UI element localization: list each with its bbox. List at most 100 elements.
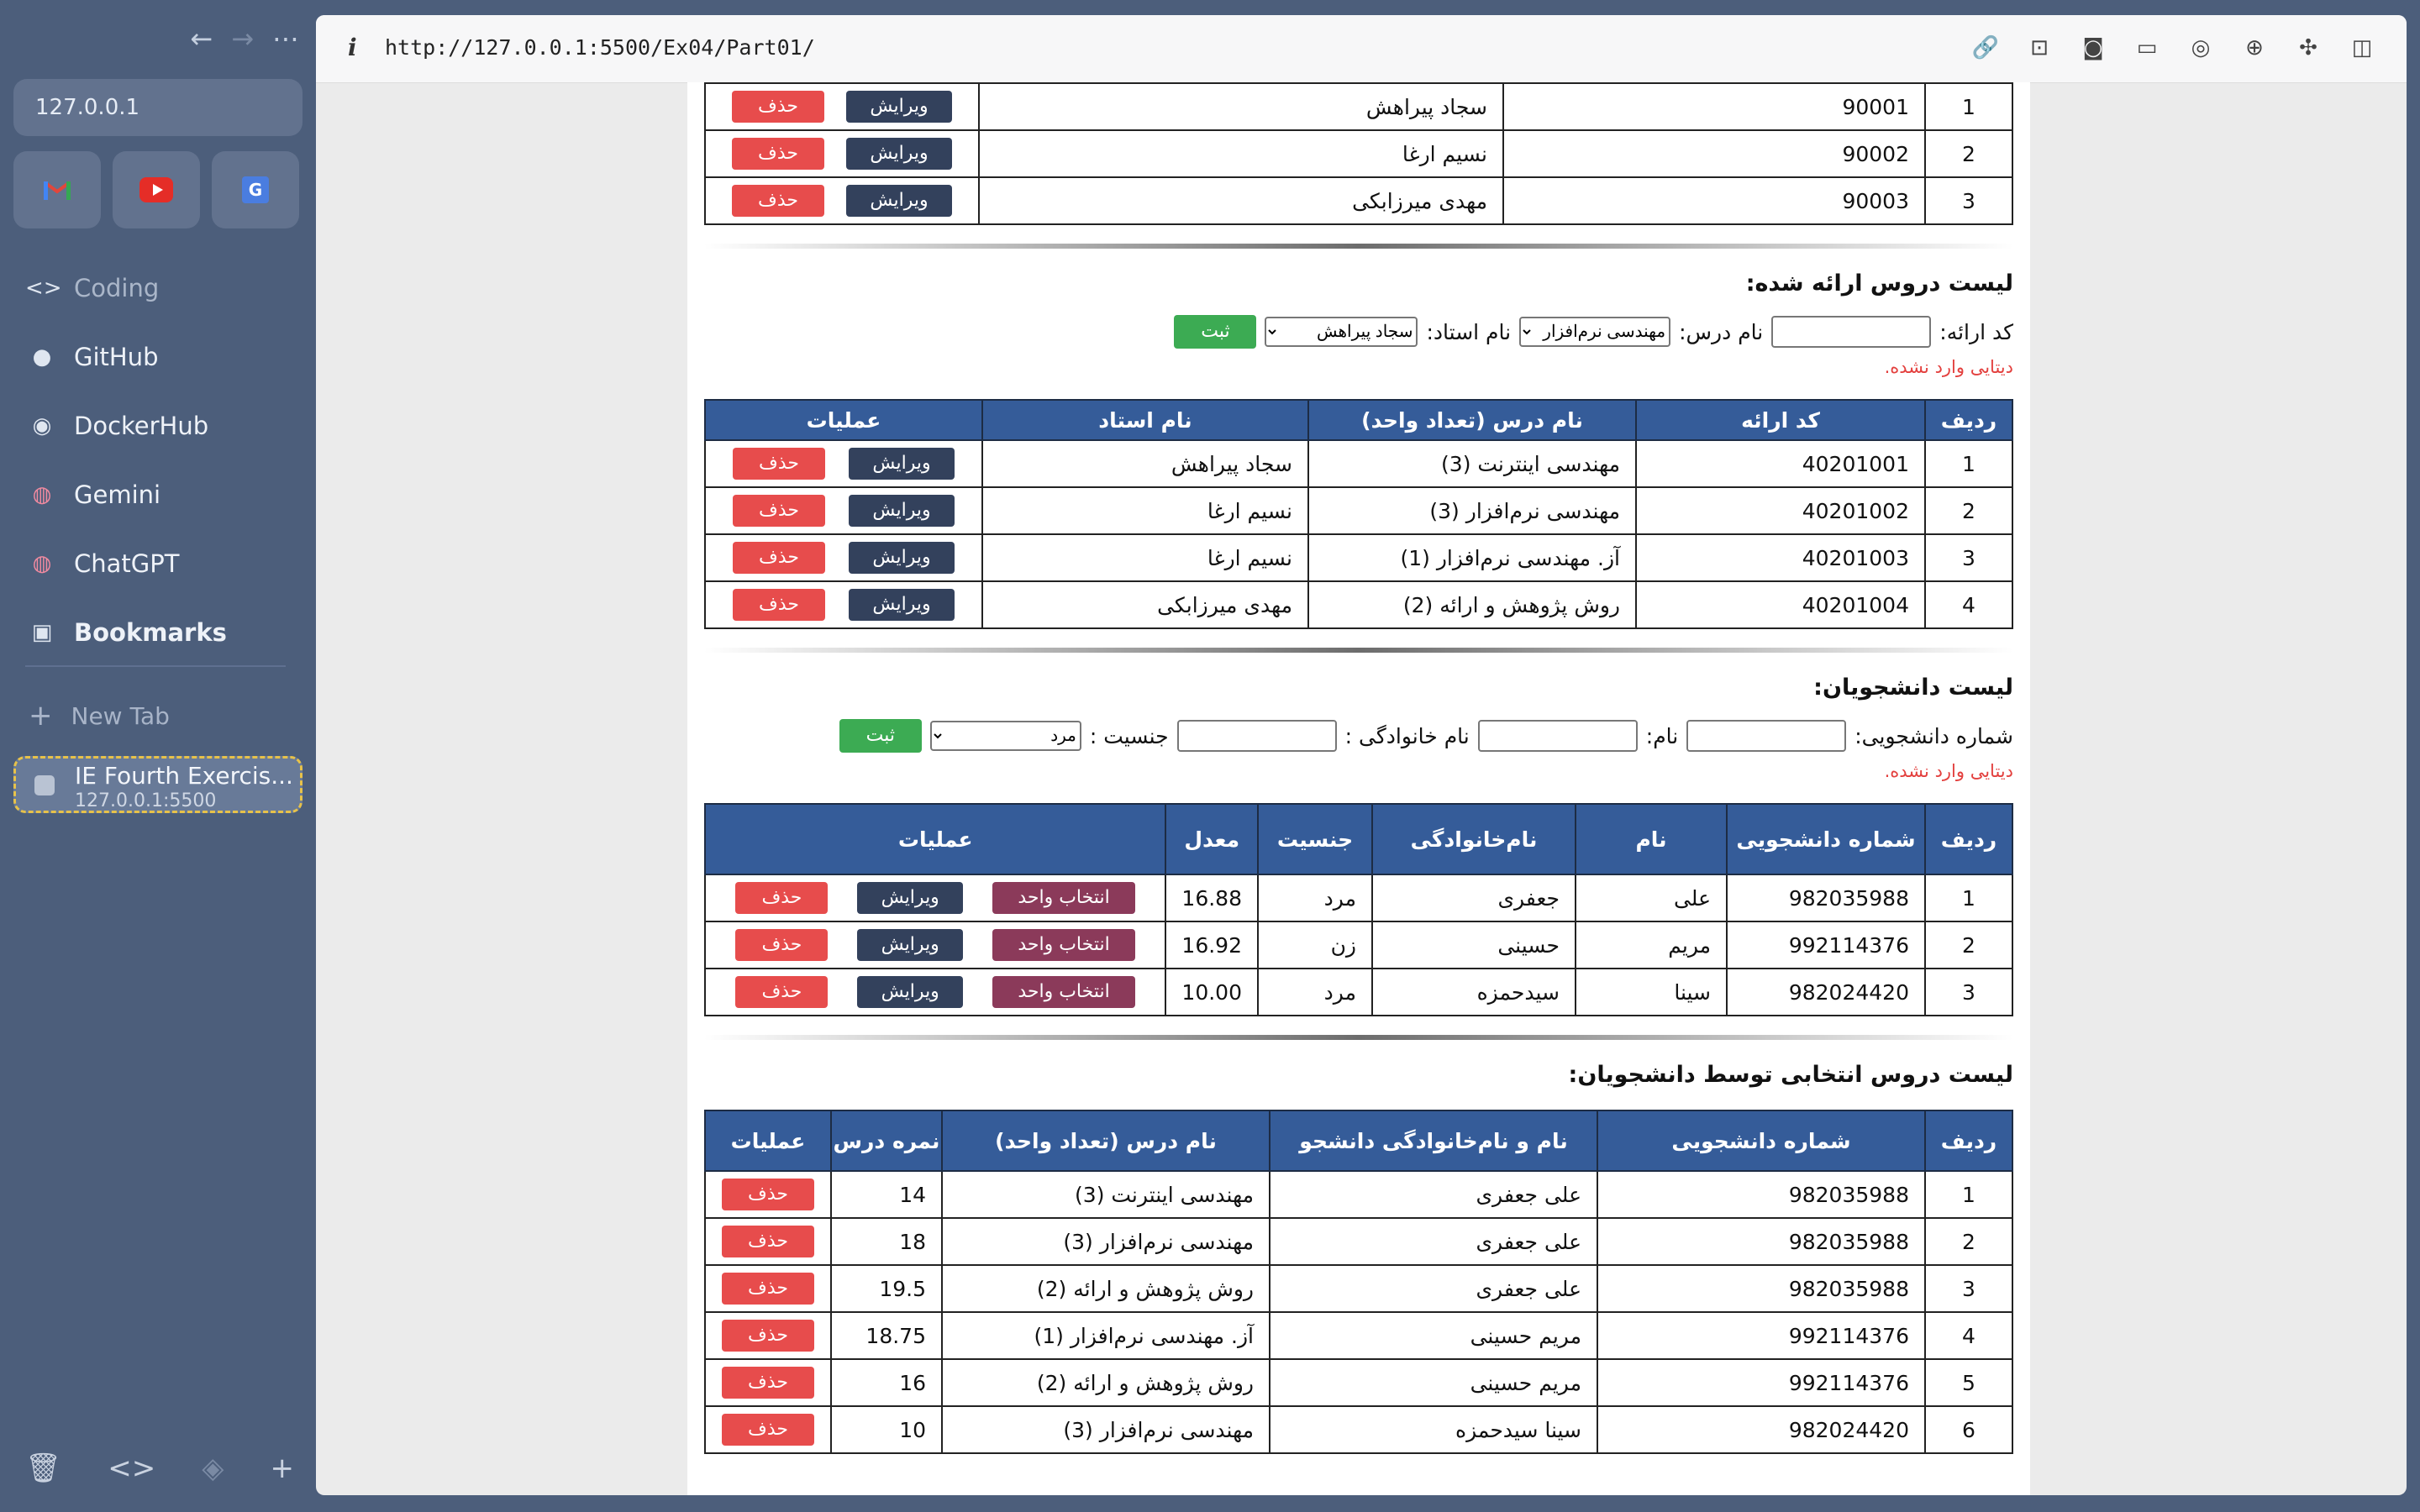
sidebar-url-box[interactable]: 127.0.0.1: [13, 79, 302, 136]
student-full-name: علی جعفری: [1269, 1170, 1598, 1219]
row-operations: انتخاب واحد ویرایش حذف: [703, 968, 1167, 1016]
edit-button[interactable]: ویرایش: [849, 542, 955, 574]
crosshair-icon[interactable]: ⊕: [2240, 34, 2269, 62]
sidebar-item-chatgpt[interactable]: ◍ ChatGPT: [25, 529, 227, 598]
col-header: نمره درس: [830, 1110, 943, 1172]
professor-select[interactable]: سجاد پیراهش: [1265, 317, 1418, 347]
info-icon[interactable]: i: [348, 34, 357, 61]
code-icon[interactable]: <>: [108, 1452, 155, 1485]
col-header: شماره دانشجویی: [1726, 803, 1926, 875]
edit-button[interactable]: ویرایش: [857, 976, 964, 1008]
pinned-gmail[interactable]: [13, 151, 101, 228]
col-header: عملیات: [704, 1110, 832, 1172]
edit-button[interactable]: ویرایش: [849, 589, 955, 621]
sidebar-item-gemini[interactable]: ◍ Gemini: [25, 460, 227, 529]
gender-select[interactable]: مرد: [929, 721, 1081, 751]
delete-button[interactable]: حذف: [722, 1273, 814, 1305]
edit-button[interactable]: ویرایش: [849, 448, 955, 480]
edit-button[interactable]: ویرایش: [857, 882, 964, 914]
delete-button[interactable]: حذف: [722, 1179, 814, 1210]
active-tab[interactable]: IE Fourth Exercis... 127.0.0.1:5500: [13, 756, 302, 813]
sidebar-item-coding[interactable]: <> Coding: [25, 254, 227, 323]
terminal-icon[interactable]: ▭: [2133, 34, 2161, 62]
first-name-input[interactable]: [1477, 720, 1638, 752]
delete-button[interactable]: حذف: [722, 1414, 814, 1446]
add-icon[interactable]: +: [271, 1452, 295, 1485]
course-grade: 18: [830, 1217, 943, 1266]
extensions-icon[interactable]: ✣: [2294, 34, 2323, 62]
globe-icon[interactable]: ◎: [2186, 34, 2215, 62]
save-student-button[interactable]: ثبت: [839, 719, 922, 753]
course-name-select[interactable]: مهندسی نرم‌افزار: [1519, 317, 1671, 347]
table-row: 4 992114376 مریم حسینی آز. مهندسی نرم‌اف…: [704, 1311, 2013, 1360]
save-offered-button[interactable]: ثبت: [1174, 315, 1257, 349]
edit-button[interactable]: ویرایش: [846, 91, 952, 123]
sidebar-toggle-icon[interactable]: ◫: [2348, 34, 2376, 62]
delete-button[interactable]: حذف: [733, 589, 825, 621]
student-id: 982035988: [1597, 1264, 1926, 1313]
sidebar-item-dockerhub[interactable]: ◉ DockerHub: [25, 391, 227, 460]
delete-button[interactable]: حذف: [732, 91, 824, 123]
trash-icon[interactable]: 🗑: [25, 1452, 61, 1485]
select-course-button[interactable]: انتخاب واحد: [992, 882, 1136, 914]
new-tab-button[interactable]: + New Tab: [29, 699, 170, 732]
back-arrow-icon[interactable]: ←: [190, 22, 213, 55]
offer-code: 40201002: [1635, 486, 1926, 535]
delete-button[interactable]: حذف: [735, 976, 829, 1008]
pinned-sites: G: [13, 151, 299, 228]
course-grade: 19.5: [830, 1264, 943, 1313]
col-header: ردیف: [1924, 1110, 2013, 1172]
screenshot-icon[interactable]: ⊡: [2025, 34, 2054, 62]
camera-icon[interactable]: ◙: [2079, 34, 2107, 62]
professors-table: 1 90001 سجاد پیراهش ویرایش حذف 2 90002 ن…: [704, 82, 2013, 225]
row-operations: ویرایش حذف: [704, 439, 983, 488]
url-field[interactable]: http://127.0.0.1:5500/Ex04/Part01/: [385, 35, 815, 60]
prof-name: نسیم ارغا: [978, 129, 1504, 178]
delete-button[interactable]: حذف: [722, 1320, 814, 1352]
delete-button[interactable]: حذف: [735, 929, 829, 961]
tab-subtitle: 127.0.0.1:5500: [75, 790, 217, 811]
student-id-input[interactable]: [1686, 720, 1847, 752]
select-course-button[interactable]: انتخاب واحد: [992, 976, 1136, 1008]
link-icon[interactable]: 🔗: [1971, 34, 2000, 62]
prof-code: 90002: [1502, 129, 1926, 178]
delete-button[interactable]: حذف: [722, 1226, 814, 1257]
row-operations: حذف: [704, 1358, 832, 1407]
student-full-name: مریم حسینی: [1269, 1311, 1598, 1360]
course-grade: 16: [830, 1358, 943, 1407]
delete-button[interactable]: حذف: [733, 448, 825, 480]
forward-arrow-icon[interactable]: →: [231, 22, 254, 55]
course-grade: 10: [830, 1405, 943, 1454]
row-index: 1: [1924, 874, 2013, 922]
more-options-icon[interactable]: ⋯: [272, 22, 299, 55]
sidebar-item-label: ChatGPT: [74, 549, 180, 578]
row-operations: ویرایش حذف: [704, 533, 983, 582]
pinned-translate[interactable]: G: [212, 151, 299, 228]
last-name-input[interactable]: [1176, 720, 1337, 752]
gender: زن: [1257, 921, 1373, 969]
course-name: آز. مهندسی نرم‌افزار (1): [1307, 533, 1637, 582]
turtle-icon[interactable]: ◈: [202, 1452, 224, 1485]
col-header: نام: [1575, 803, 1728, 875]
select-course-button[interactable]: انتخاب واحد: [992, 929, 1136, 961]
delete-button[interactable]: حذف: [733, 495, 825, 527]
last-name-label: نام خانوادگی :: [1344, 723, 1470, 748]
delete-button[interactable]: حذف: [732, 185, 824, 217]
edit-button[interactable]: ویرایش: [849, 495, 955, 527]
row-operations: ویرایش حذف: [704, 129, 980, 178]
delete-button[interactable]: حذف: [732, 138, 824, 170]
offer-code-input[interactable]: [1771, 316, 1932, 348]
edit-button[interactable]: ویرایش: [846, 138, 952, 170]
delete-button[interactable]: حذف: [722, 1367, 814, 1399]
section-divider: [704, 648, 2013, 653]
sidebar-item-bookmarks[interactable]: ▣ Bookmarks: [25, 598, 227, 667]
col-header: شماره دانشجویی: [1597, 1110, 1926, 1172]
delete-button[interactable]: حذف: [733, 542, 825, 574]
sidebar-item-github[interactable]: ● GitHub: [25, 323, 227, 391]
table-row: 3 90003 مهدی میرزابکی ویرایش حذف: [704, 176, 2013, 225]
pinned-youtube[interactable]: [113, 151, 200, 228]
row-operations: ویرایش حذف: [704, 82, 980, 131]
edit-button[interactable]: ویرایش: [846, 185, 952, 217]
delete-button[interactable]: حذف: [735, 882, 829, 914]
edit-button[interactable]: ویرایش: [857, 929, 964, 961]
